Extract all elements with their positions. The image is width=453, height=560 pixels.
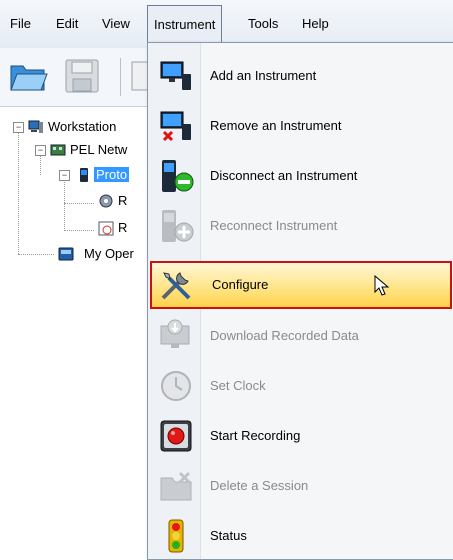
pel-network-icon [50, 144, 66, 156]
instrument-device-icon [80, 168, 88, 182]
mouse-pointer-icon [374, 275, 390, 296]
menu-item-status[interactable]: Status [150, 514, 450, 558]
pel-network-collapse-toggle[interactable]: − [35, 145, 46, 156]
tree-item-protocol[interactable]: Proto [94, 165, 130, 185]
menu-help[interactable]: Help [296, 12, 335, 36]
menu-item-label: Status [210, 528, 247, 543]
menu-item-label: Set Clock [210, 378, 266, 393]
menu-item-label: Disconnect an Instrument [210, 168, 358, 183]
tree-connector [64, 230, 94, 231]
tree-connector [18, 124, 19, 254]
toolbar [0, 48, 151, 107]
open-folder-button[interactable] [8, 56, 48, 96]
tree-connector [18, 254, 54, 255]
tree-item-my-open[interactable]: My Oper [84, 244, 134, 264]
menu-item-label: Remove an Instrument [210, 118, 342, 133]
tree-connector [64, 203, 94, 204]
menu-item-label: Delete a Session [210, 478, 309, 493]
menu-item-start-recording[interactable]: Start Recording [150, 414, 450, 458]
clock-icon [161, 371, 191, 401]
workstation-icon [28, 120, 43, 133]
menu-item-reconnect-instrument[interactable]: Reconnect Instrument [150, 204, 450, 248]
menu-item-label: Download Recorded Data [210, 328, 359, 343]
settings-gear-icon [99, 194, 113, 208]
instrument-dropdown-menu: Add an Instrument Remove an Instrument D… [147, 42, 453, 560]
my-open-sessions-icon [58, 247, 74, 261]
menu-item-delete-session[interactable]: Delete a Session [150, 464, 450, 508]
disconnect-instrument-icon [162, 160, 194, 192]
tree-connector [64, 173, 65, 231]
menu-edit[interactable]: Edit [50, 12, 84, 36]
menu-item-label: Reconnect Instrument [210, 218, 338, 233]
workstation-tree: − Workstation − PEL Netw − Proto R R My … [0, 107, 150, 558]
menu-instrument[interactable]: Instrument [147, 5, 223, 44]
menu-item-set-clock[interactable]: Set Clock [150, 364, 450, 408]
menu-bar: File Edit View Instrument Tools Help [0, 0, 453, 48]
protocol-collapse-toggle[interactable]: − [59, 170, 70, 181]
download-data-icon [160, 319, 190, 348]
menu-item-label: Start Recording [210, 428, 301, 443]
delete-folder-icon [160, 471, 192, 501]
workstation-collapse-toggle[interactable]: − [13, 122, 24, 133]
tree-item-child-1[interactable]: R [118, 191, 127, 211]
menu-item-disconnect-instrument[interactable]: Disconnect an Instrument [150, 154, 450, 198]
menu-item-remove-instrument[interactable]: Remove an Instrument [150, 104, 450, 148]
menu-item-label: Add an Instrument [210, 68, 317, 83]
menu-item-download-recorded-data[interactable]: Download Recorded Data [150, 314, 450, 358]
add-instrument-icon [160, 61, 191, 90]
menu-item-add-instrument[interactable]: Add an Instrument [150, 54, 450, 98]
tree-item-workstation[interactable]: Workstation [48, 117, 116, 137]
menu-view[interactable]: View [96, 12, 136, 36]
remove-instrument-icon [160, 111, 191, 142]
record-button-icon [160, 420, 192, 452]
configure-tools-icon [161, 272, 191, 300]
tree-item-protocol-label: Proto [94, 167, 130, 182]
save-button[interactable] [62, 56, 102, 96]
tree-item-pel-network[interactable]: PEL Netw [70, 140, 127, 160]
schedule-clock-icon [98, 221, 114, 236]
menu-item-configure[interactable]: Configure [150, 261, 452, 309]
save-disk-icon [65, 59, 99, 93]
menu-file[interactable]: File [4, 12, 37, 36]
traffic-light-icon [168, 519, 184, 553]
menu-tools[interactable]: Tools [242, 12, 284, 36]
menu-item-label: Configure [212, 277, 269, 292]
reconnect-instrument-icon [162, 210, 194, 242]
open-folder-icon [10, 65, 48, 91]
tree-item-child-2[interactable]: R [118, 218, 127, 238]
